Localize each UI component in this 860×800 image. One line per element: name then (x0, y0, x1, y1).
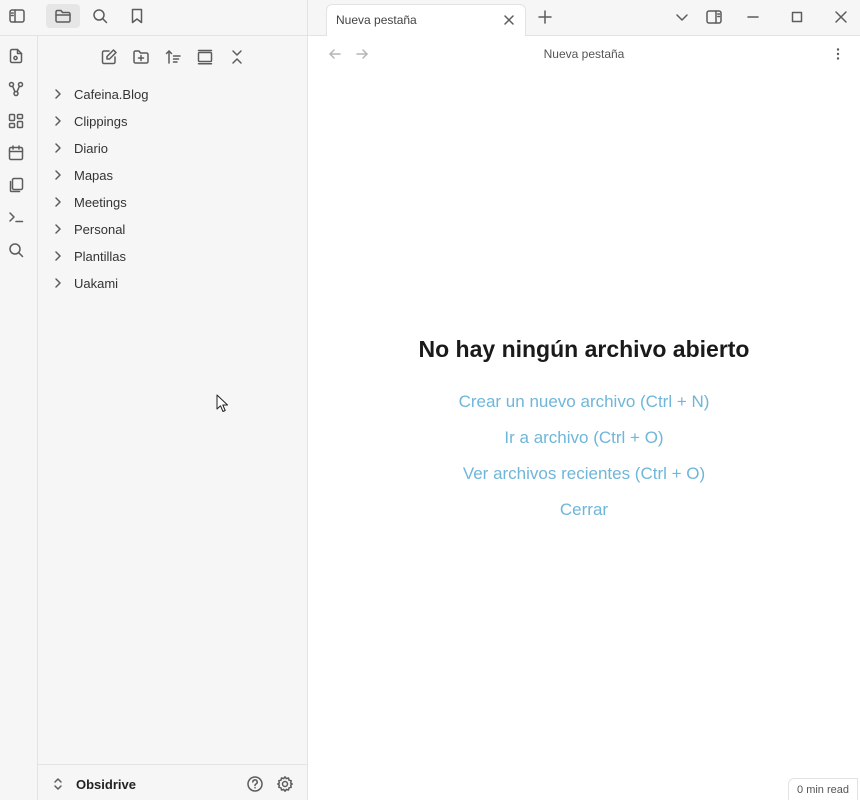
terminal-icon (9, 212, 24, 223)
search-tab-button[interactable] (83, 4, 117, 28)
new-tab-button[interactable] (534, 6, 556, 28)
status-bar: 0 min read (788, 778, 858, 800)
vault-name: Obsidrive (76, 776, 136, 792)
mouse-cursor-icon (216, 394, 228, 412)
chevron-right-icon (50, 275, 66, 291)
tab-bar: Nueva pestaña (308, 0, 860, 36)
auto-reveal-button[interactable] (194, 46, 216, 68)
sidebar-toggle-icon (9, 9, 25, 23)
chevron-right-icon (50, 140, 66, 156)
help-circle-icon (247, 776, 263, 792)
maximize-icon (791, 11, 803, 23)
folder-item[interactable]: Personal (50, 218, 298, 240)
go-to-file-link[interactable]: Ir a archivo (Ctrl + O) (308, 428, 860, 448)
chevron-right-icon (50, 167, 66, 183)
tab-title: Nueva pestaña (336, 13, 417, 27)
new-folder-button[interactable] (130, 46, 152, 68)
settings-button[interactable] (274, 773, 296, 795)
folder-item[interactable]: Mapas (50, 164, 298, 186)
new-folder-icon (133, 50, 149, 64)
chevron-right-icon (50, 113, 66, 129)
sort-icon (165, 50, 181, 64)
folder-label: Cafeina.Blog (74, 86, 149, 102)
ribbon-daily-note-button[interactable] (6, 143, 26, 163)
close-link[interactable]: Cerrar (308, 500, 860, 520)
new-note-button[interactable] (98, 46, 120, 68)
folder-label: Plantillas (74, 248, 127, 264)
create-new-file-link[interactable]: Crear un nuevo archivo (Ctrl + N) (308, 392, 860, 412)
ribbon-templates-button[interactable] (6, 175, 26, 195)
folder-item[interactable]: Cafeina.Blog (50, 83, 298, 105)
reading-time: 0 min read (797, 783, 849, 796)
close-icon (835, 11, 847, 23)
chevron-right-icon (50, 221, 66, 237)
folder-item[interactable]: Plantillas (50, 245, 298, 267)
minimize-window-button[interactable] (742, 6, 764, 28)
file-explorer: Cafeina.Blog Clippings Diario Mapas Meetings… (38, 36, 308, 800)
collapse-all-icon (232, 50, 242, 64)
folder-label: Diario (74, 140, 108, 156)
chevron-right-icon (50, 248, 66, 264)
chevron-down-icon (676, 14, 688, 21)
bookmark-icon (131, 8, 143, 24)
collapse-all-button[interactable] (226, 46, 248, 68)
ribbon-search-button[interactable] (6, 240, 26, 260)
vault-switcher[interactable]: Obsidrive (50, 773, 136, 795)
folder-label: Mapas (74, 167, 114, 183)
toggle-sidebar-button[interactable] (0, 4, 34, 28)
folder-icon (55, 9, 71, 23)
sort-button[interactable] (162, 46, 184, 68)
maximize-window-button[interactable] (786, 6, 808, 28)
chevron-right-icon (50, 194, 66, 210)
ribbon-graph-button[interactable] (6, 79, 26, 99)
calendar-icon (8, 145, 24, 161)
view-title: Nueva pestaña (543, 47, 625, 61)
folder-item[interactable]: Clippings (50, 110, 298, 132)
help-button[interactable] (244, 773, 266, 795)
close-icon (504, 15, 514, 25)
folder-label: Uakami (74, 275, 119, 291)
layout-grid-icon (8, 113, 24, 129)
folder-label: Meetings (74, 194, 127, 210)
search-icon (93, 9, 108, 24)
more-vertical-icon (836, 48, 840, 60)
new-note-icon (101, 49, 117, 65)
right-sidebar-icon (706, 10, 722, 24)
ribbon-command-palette-button[interactable] (6, 207, 26, 227)
file-explorer-actions (38, 36, 308, 76)
copy-files-icon (9, 177, 24, 193)
bookmarks-tab-button[interactable] (120, 4, 154, 28)
folder-item[interactable]: Meetings (50, 191, 298, 213)
top-bar-left (0, 0, 308, 36)
search-icon (9, 243, 24, 258)
folder-label: Personal (74, 221, 126, 237)
folder-label: Clippings (74, 113, 128, 129)
auto-reveal-icon (197, 49, 213, 65)
empty-state-title: No hay ningún archivo abierto (418, 336, 750, 362)
folder-item[interactable]: Uakami (50, 272, 298, 294)
close-window-button[interactable] (830, 6, 852, 28)
vault-footer: Obsidrive (38, 764, 308, 800)
tab-nueva-pestana[interactable]: Nueva pestaña (326, 4, 526, 36)
minimize-icon (747, 16, 759, 18)
empty-state: No hay ningún archivo abierto Crear un n… (308, 72, 860, 772)
ribbon (0, 36, 38, 800)
ribbon-open-note-button[interactable] (6, 46, 26, 66)
chevron-right-icon (50, 86, 66, 102)
file-edit-icon (9, 48, 23, 64)
view-header: Nueva pestaña (308, 36, 860, 72)
recent-files-link[interactable]: Ver archivos recientes (Ctrl + O) (308, 464, 860, 484)
tab-list-button[interactable] (671, 6, 693, 28)
ribbon-canvas-button[interactable] (6, 111, 26, 131)
folder-item[interactable]: Diario (50, 137, 298, 159)
gear-icon (277, 776, 293, 792)
files-tab-button[interactable] (46, 4, 80, 28)
toggle-right-sidebar-button[interactable] (703, 6, 725, 28)
chevrons-up-down-icon (54, 778, 62, 790)
tab-close-button[interactable] (501, 12, 517, 28)
graph-icon (8, 81, 24, 97)
more-options-button[interactable] (829, 45, 847, 63)
plus-icon (538, 10, 552, 24)
